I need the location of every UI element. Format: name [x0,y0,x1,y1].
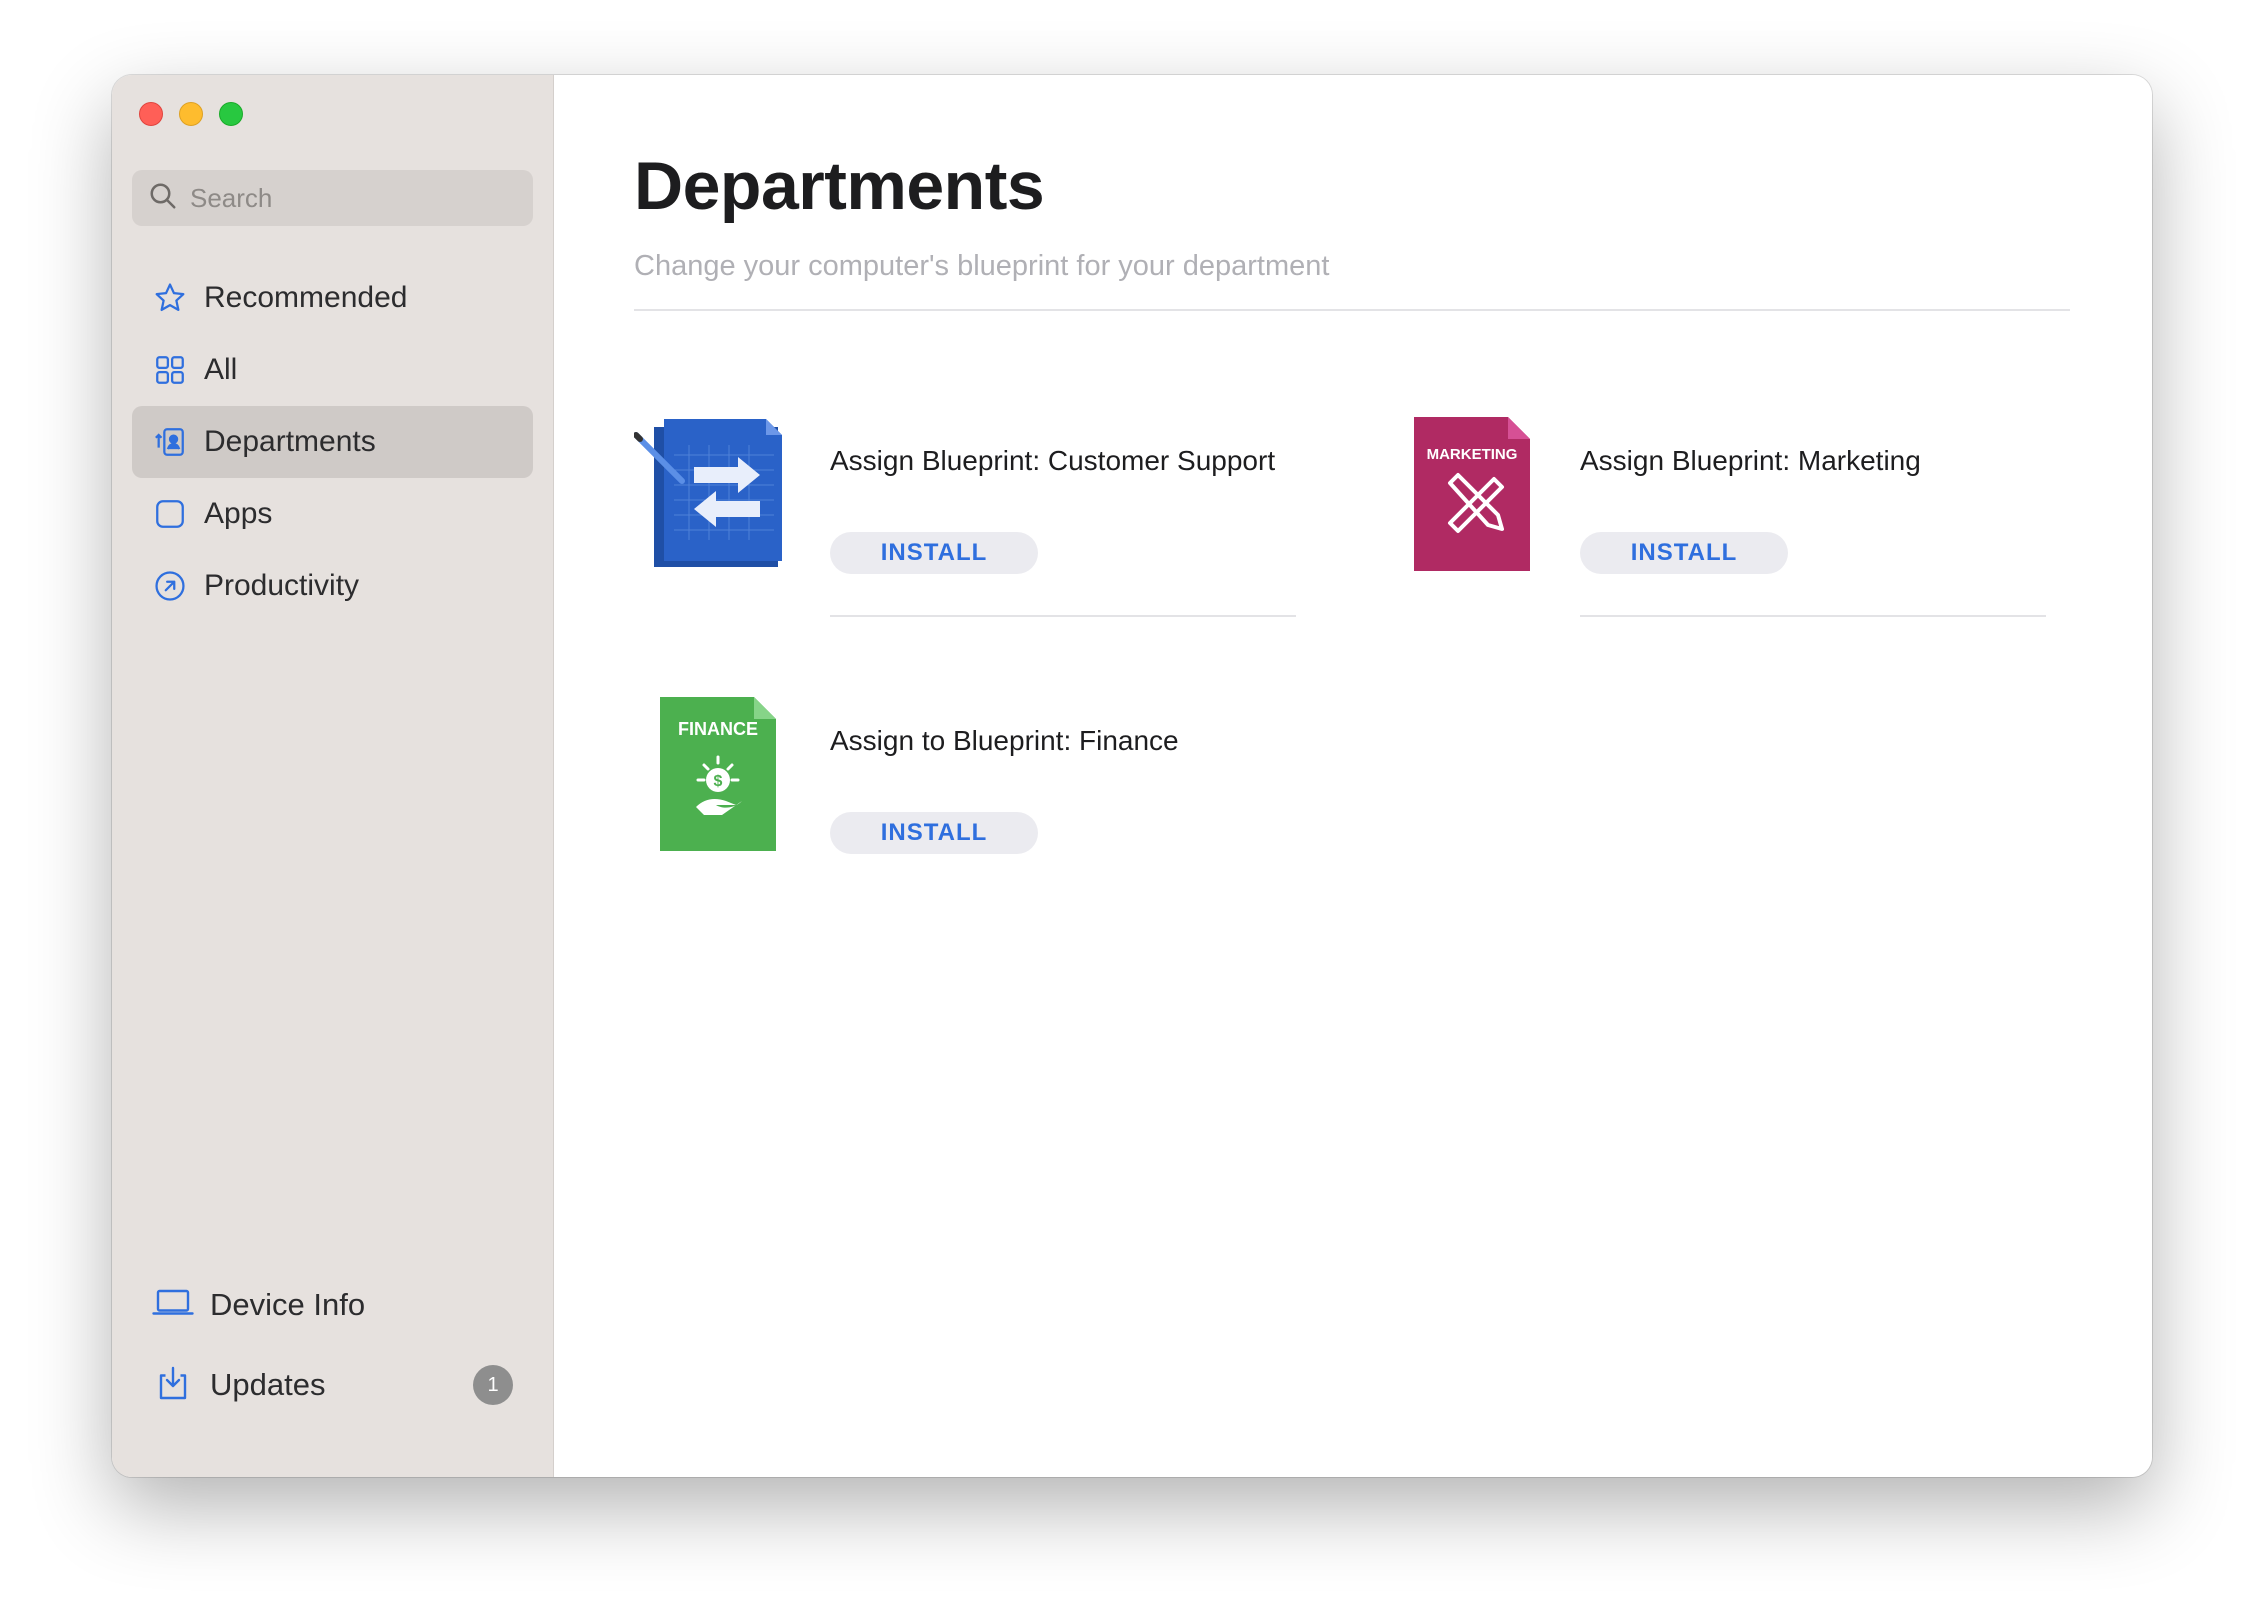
sidebar-item-updates[interactable]: Updates 1 [132,1345,533,1425]
main-content: Departments Change your computer's bluep… [554,75,2152,1477]
close-window-button[interactable] [139,102,163,126]
laptop-icon [152,1285,194,1326]
zoom-window-button[interactable] [219,102,243,126]
svg-text:$: $ [714,773,723,790]
search-icon [148,181,178,216]
sidebar-item-device-info[interactable]: Device Info [132,1265,533,1345]
grid-icon [152,352,188,388]
sidebar-item-all[interactable]: All [132,334,533,406]
install-button[interactable]: INSTALL [1580,532,1788,574]
finance-icon-label: FINANCE [678,719,758,739]
customer-support-blueprint-icon [633,415,794,575]
arrow-circle-icon [152,568,188,604]
sidebar-item-label: Device Info [210,1287,366,1322]
sidebar-bottom-nav: Device Info Updates 1 [132,1265,533,1425]
updates-count-badge: 1 [473,1365,513,1405]
blueprint-card-customer-support: Assign Blueprint: Customer Support INSTA… [633,415,1296,617]
finance-blueprint-icon: FINANCE $ [634,695,794,855]
sidebar: Recommended All Departments Apps [112,75,554,1477]
card-separator [830,615,1296,617]
sidebar-item-label: All [204,353,238,386]
install-button[interactable]: INSTALL [830,532,1038,574]
sidebar-item-label: Departments [204,425,376,458]
sidebar-item-apps[interactable]: Apps [132,478,533,550]
page-subtitle: Change your computer's blueprint for you… [634,250,1330,282]
sidebar-nav: Recommended All Departments Apps Product… [132,262,533,622]
card-separator [1580,615,2046,617]
app-window: Recommended All Departments Apps [112,75,2152,1477]
sidebar-item-productivity[interactable]: Productivity [132,550,533,622]
sidebar-item-label: Recommended [204,281,408,314]
card-title: Assign to Blueprint: Finance [830,725,1179,756]
page-title: Departments [634,148,1045,224]
sidebar-item-label: Updates [210,1367,326,1402]
window-controls [139,102,243,126]
header-divider [634,309,2070,311]
install-button[interactable]: INSTALL [830,812,1038,854]
card-title: Assign Blueprint: Customer Support [830,445,1276,476]
sidebar-item-label: Productivity [204,569,360,602]
sidebar-item-label: Apps [204,497,273,530]
blueprint-card-marketing: MARKETING Assign Blueprint: Marketing IN… [1384,415,2046,617]
star-icon [152,280,188,316]
sidebar-item-recommended[interactable]: Recommended [132,262,533,334]
marketing-blueprint-icon: MARKETING [1384,415,1544,575]
search-input[interactable] [188,181,512,215]
sidebar-item-departments[interactable]: Departments [132,406,533,478]
card-title: Assign Blueprint: Marketing [1580,445,1921,476]
marketing-icon-label: MARKETING [1427,446,1518,463]
departments-icon [152,424,188,460]
blueprint-card-finance: FINANCE $ Assign to Blueprint: Finance I… [634,695,1294,895]
app-square-icon [152,496,188,532]
minimize-window-button[interactable] [179,102,203,126]
search-field[interactable] [132,170,533,226]
download-tray-icon [152,1365,194,1406]
